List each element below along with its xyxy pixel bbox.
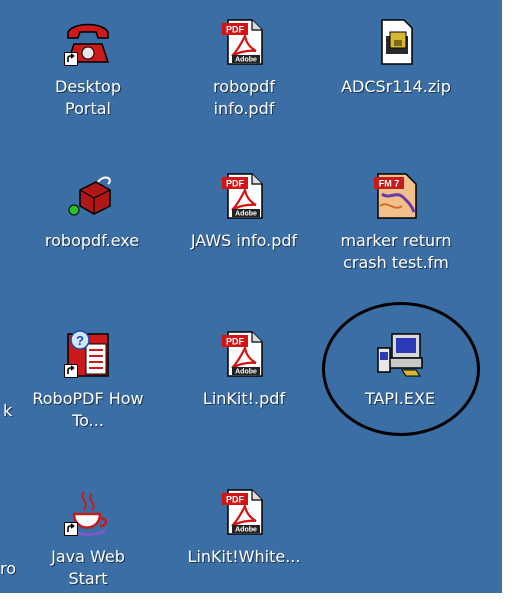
red-package-icon (68, 172, 116, 220)
pdf-document-icon (220, 18, 268, 66)
icon-label: LinKit!White... (187, 547, 301, 566)
shortcut-arrow-icon (64, 522, 78, 536)
icon-label: robopdf.exe (44, 231, 140, 250)
partial-icon-label-left-row4: ro (0, 559, 17, 578)
pdf-document-icon (220, 330, 268, 378)
zip-archive-icon (372, 18, 420, 66)
desktop: k ro Desktop Portal robopdf info.pdf ADC… (0, 0, 516, 607)
desktop-icon-marker-return-crash-test-fm[interactable]: marker return crash test.fm (340, 172, 452, 274)
desktop-icon-linkit-pdf[interactable]: LinKit!.pdf (188, 330, 300, 410)
white-border-bottom (0, 593, 516, 607)
desktop-icon-linkit-white[interactable]: LinKit!White... (188, 488, 300, 568)
desktop-icon-adcsr114-zip[interactable]: ADCSr114.zip (340, 18, 452, 98)
computer-setup-icon (376, 330, 424, 378)
pdf-document-icon (220, 172, 268, 220)
icon-label: robopdf info.pdf (213, 77, 275, 118)
shortcut-arrow-icon (64, 364, 78, 378)
icon-label: ADCSr114.zip (341, 77, 451, 96)
partial-icon-label-left-row3: k (3, 401, 13, 420)
desktop-icon-java-web-start[interactable]: Java Web Start (32, 488, 144, 590)
pdf-document-icon (220, 488, 268, 536)
help-document-icon (64, 330, 112, 378)
java-cup-icon (64, 488, 112, 536)
icon-label: marker return crash test.fm (340, 231, 452, 272)
desktop-icon-robopdf-info-pdf[interactable]: robopdf info.pdf (188, 18, 300, 120)
red-telephone-icon (64, 18, 112, 66)
framemaker-document-icon (372, 172, 420, 220)
desktop-icon-jaws-info-pdf[interactable]: JAWS info.pdf (188, 172, 300, 252)
icon-label: Desktop Portal (55, 77, 121, 118)
desktop-icon-desktop-portal[interactable]: Desktop Portal (32, 18, 144, 120)
icon-label: LinKit!.pdf (202, 389, 286, 408)
icon-label: Java Web Start (51, 547, 125, 588)
icon-label: JAWS info.pdf (190, 231, 298, 250)
desktop-icon-robopdf-how-to[interactable]: RoboPDF How To... (32, 330, 144, 432)
icon-label: TAPI.EXE (364, 389, 436, 408)
desktop-icon-robopdf-exe[interactable]: robopdf.exe (36, 172, 148, 252)
white-border-right (502, 0, 516, 607)
icon-label: RoboPDF How To... (32, 389, 144, 430)
desktop-icon-tapi-exe[interactable]: TAPI.EXE (344, 330, 456, 410)
shortcut-arrow-icon (64, 52, 78, 66)
